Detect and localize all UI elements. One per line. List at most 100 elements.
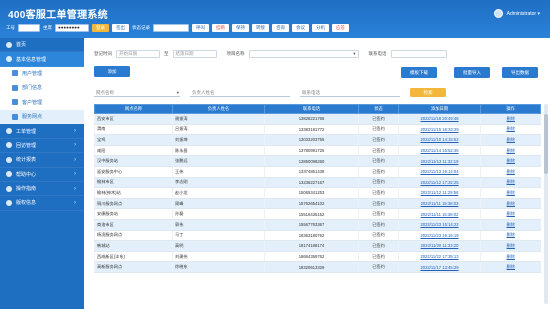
- table-row: 高新服务网点 徐晓东 18320613329 已签约 2022/11/17 13:45:…: [94, 261, 541, 273]
- column-header: 网点名称: [94, 104, 173, 114]
- sidebar-item[interactable]: 首页: [0, 38, 84, 53]
- scrollbar-thumb[interactable]: [544, 114, 548, 174]
- toolbar-button[interactable]: 保持: [232, 24, 249, 32]
- delete-link[interactable]: 删除: [480, 240, 541, 252]
- date-link[interactable]: 2022/11/17 13:45:29: [398, 261, 481, 273]
- menu-icon: [12, 113, 18, 120]
- table-row: 咸阳 陈永昌 13780991725 已签约 2022/11/14 15:52:45 删除: [94, 145, 541, 157]
- batch-import-button[interactable]: 批量导入: [454, 67, 490, 78]
- date-link[interactable]: 2022/11/13 16:14:04: [398, 166, 481, 178]
- toolbar-button[interactable]: 呼叫: [192, 24, 209, 32]
- sidebar-item[interactable]: 版权信息 ›: [0, 196, 84, 211]
- table-cell: 陈永昌: [172, 145, 265, 157]
- delete-link[interactable]: 删除: [480, 230, 541, 242]
- table-cell: 周峰: [172, 198, 265, 210]
- date-start-input[interactable]: 开始日期: [116, 50, 160, 58]
- user-menu[interactable]: Administrator ▾: [493, 9, 540, 18]
- sidebar-item[interactable]: 服务网点: [0, 109, 84, 125]
- table-cell: 孙磊: [172, 208, 265, 220]
- delete-link[interactable]: 删除: [480, 261, 541, 273]
- toolbar-button[interactable]: 应答: [332, 24, 349, 32]
- filter-row: 登记时间 开始日期 至 结束日期 项目名称 ▾ 联系电话: [94, 50, 447, 58]
- table-cell: 宝鸡: [94, 134, 173, 146]
- phone-search-input[interactable]: 联系电话: [300, 88, 400, 97]
- add-button[interactable]: 添加: [94, 66, 130, 77]
- delete-link[interactable]: 删除: [480, 219, 541, 231]
- sidebar-item[interactable]: 回访管理 ›: [0, 139, 84, 154]
- table-cell: 18363180762: [264, 230, 359, 242]
- table-cell: 榆林市区: [94, 177, 173, 189]
- date-link[interactable]: 2022/11/23 15:14:22: [398, 219, 481, 231]
- table-cell: 15516435152: [264, 208, 359, 220]
- date-end-input[interactable]: 结束日期: [172, 50, 217, 58]
- date-link[interactable]: 2022/11/11 15:38:02: [398, 208, 481, 220]
- date-link[interactable]: 2022/11/15 16:33:29: [398, 124, 481, 136]
- delete-link[interactable]: 删除: [480, 208, 541, 220]
- sidebar-item[interactable]: 客户管理: [0, 95, 84, 110]
- toolbar-field[interactable]: ●●●●●●●●: [55, 24, 89, 32]
- search-button[interactable]: 检索: [410, 88, 446, 97]
- delete-link[interactable]: 删除: [480, 198, 541, 210]
- table-row: 汉中服务站 张鹏远 13860098260 已签约 2022/11/13 11:32:1…: [94, 155, 541, 167]
- toolbar-button[interactable]: 挂断: [212, 24, 229, 32]
- date-link[interactable]: 2022/11/12 11:29:56: [398, 187, 481, 199]
- sidebar-item[interactable]: 基本信息管理: [0, 52, 84, 67]
- table-cell: 18174188174: [264, 240, 359, 252]
- delete-link[interactable]: 删除: [480, 124, 541, 136]
- date-link[interactable]: 2022/11/18 20:49:48: [398, 113, 481, 125]
- delete-link[interactable]: 删除: [480, 251, 541, 263]
- sidebar-item[interactable]: 工单管理 ›: [0, 124, 84, 139]
- toolbar-button[interactable]: 签出: [112, 24, 129, 32]
- template-download-button[interactable]: 模板下载: [401, 67, 437, 78]
- toolbar-button[interactable]: 会议: [292, 24, 309, 32]
- project-select[interactable]: ▾: [248, 50, 359, 58]
- date-link[interactable]: 2022/11/10 14:15:52: [398, 134, 481, 146]
- table-cell: 刘振坤: [172, 134, 265, 146]
- delete-link[interactable]: 删除: [480, 145, 541, 157]
- export-button[interactable]: 导出数据: [502, 67, 538, 78]
- date-link[interactable]: 2022/11/23 16:15:19: [398, 230, 481, 242]
- table-cell: 13236227167: [264, 177, 359, 189]
- table-cell: 吕振涛: [172, 124, 265, 136]
- contact-input[interactable]: [390, 50, 447, 58]
- date-link[interactable]: 2022/11/22 17:35:13: [398, 251, 481, 263]
- toolbar-label: 工号: [6, 25, 15, 30]
- toolbar-field[interactable]: [18, 24, 40, 32]
- date-link[interactable]: 2022/11/12 17:32:25: [398, 177, 481, 189]
- table-cell: 刘建伟: [172, 251, 265, 263]
- sidebar-item[interactable]: 统计报表 ›: [0, 153, 84, 168]
- table-cell: 马丁: [172, 230, 265, 242]
- manager-name-input[interactable]: 负责人姓名: [190, 88, 290, 97]
- sidebar-item[interactable]: 帮助中心 ›: [0, 168, 84, 182]
- menu-icon: [6, 142, 12, 149]
- sidebar-item-label: 统计报表: [16, 157, 37, 164]
- table-cell: 商洛市区: [94, 219, 173, 231]
- date-link[interactable]: 2022/11/14 15:52:45: [398, 145, 481, 157]
- toolbar-button[interactable]: 咨询: [272, 24, 289, 32]
- delete-link[interactable]: 删除: [480, 113, 541, 125]
- table-row: 榆林(神木)站 赵小龙 15065341253 已签约 2022/11/12 11:29…: [94, 187, 541, 199]
- table-cell: 13828221766: [264, 113, 359, 125]
- outlet-type-select[interactable]: 网点名称 ▾: [94, 88, 180, 97]
- delete-link[interactable]: 删除: [480, 177, 541, 189]
- column-header: 联系电话: [264, 104, 359, 114]
- toolbar-button[interactable]: 登录: [92, 24, 109, 32]
- toolbar-field[interactable]: [153, 24, 189, 32]
- delete-link[interactable]: 删除: [480, 166, 541, 178]
- table-cell: 已签约: [358, 124, 399, 136]
- delete-link[interactable]: 删除: [480, 155, 541, 167]
- sidebar-item[interactable]: 部门信息: [0, 81, 84, 96]
- toolbar-button[interactable]: 转接: [252, 24, 269, 32]
- chevron-right-icon: ›: [74, 142, 76, 149]
- scrollbar[interactable]: [544, 104, 548, 304]
- delete-link[interactable]: 删除: [480, 187, 541, 199]
- date-link[interactable]: 2022/11/11 15:38:03: [398, 198, 481, 210]
- delete-link[interactable]: 删除: [480, 134, 541, 146]
- sidebar-item[interactable]: 用户管理: [0, 66, 84, 82]
- sidebar-item-label: 部门信息: [22, 85, 43, 92]
- date-link[interactable]: 2022/11/20 11:33:20: [398, 240, 481, 252]
- chevron-right-icon: ›: [74, 199, 76, 206]
- date-link[interactable]: 2022/11/13 11:32:19: [398, 155, 481, 167]
- toolbar-button[interactable]: 分机: [312, 24, 329, 32]
- sidebar-item[interactable]: 操作指南 ›: [0, 182, 84, 197]
